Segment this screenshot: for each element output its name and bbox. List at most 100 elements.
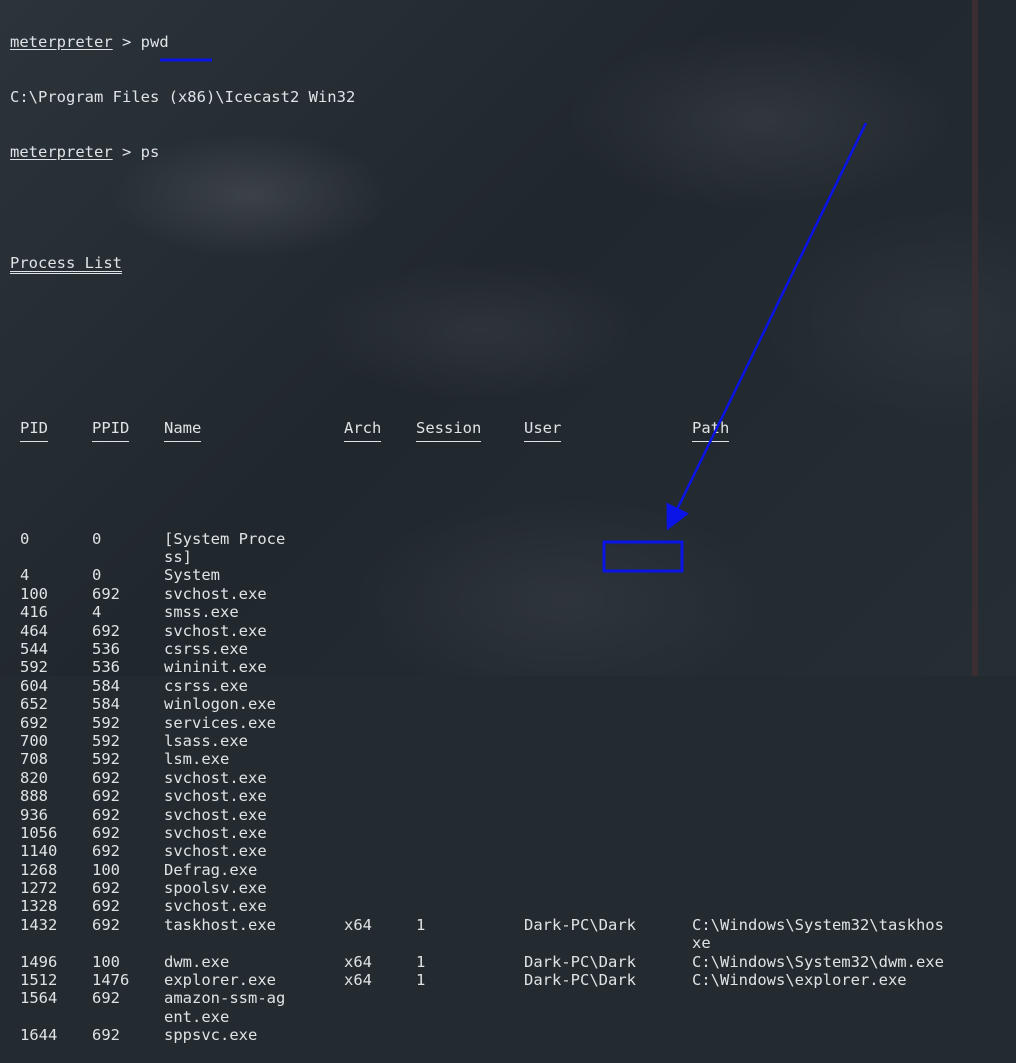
name-cell: svchost.exe (164, 823, 267, 842)
table-row-continuation: ent.exe (10, 1008, 355, 1026)
table-row-continuation: ss] (10, 548, 355, 566)
name-cell: ss] (164, 548, 192, 567)
name-cell: [System Proce (164, 529, 286, 548)
name-cell: amazon-ssm-ag (164, 989, 286, 1008)
name-cell: svchost.exe (164, 897, 267, 916)
user-cell: Dark-PC\Dark (524, 971, 636, 990)
table-row: 604 584 csrss.exe (10, 677, 355, 695)
table-row: 1268 100 Defrag.exe (10, 861, 355, 879)
table-row: 1328 692 svchost.exe (10, 897, 355, 915)
ppid-cell: 4 (92, 603, 102, 622)
pid-cell: 0 (20, 529, 30, 548)
meterpreter-prompt: meterpreter (10, 143, 113, 162)
arch-cell: x64 (344, 952, 372, 971)
table-header: PID PPID Name Arch Session User Path (10, 419, 730, 443)
ppid-cell: 592 (92, 713, 120, 732)
column-header-pid: PID (20, 419, 48, 443)
name-cell: svchost.exe (164, 768, 267, 787)
name-cell: svchost.exe (164, 787, 267, 806)
pid-cell: 1272 (20, 879, 58, 898)
path-cell: C:\Windows\explorer.exe (692, 971, 907, 990)
meterpreter-prompt: meterpreter (10, 32, 113, 51)
process-table-body: 0 0 [System Proce ss] 4 0 System 100 692 svchost.… (10, 530, 944, 1045)
column-header-path: Path (692, 419, 730, 443)
ppid-cell: 592 (92, 750, 120, 769)
table-row-continuation: xe (10, 934, 711, 952)
name-cell: svchost.exe (164, 621, 267, 640)
name-cell: csrss.exe (164, 676, 248, 695)
arch-cell: x64 (344, 915, 372, 934)
name-cell: services.exe (164, 713, 276, 732)
table-row: 4 0 System (10, 566, 355, 584)
table-row: 692 592 services.exe (10, 714, 355, 732)
prompt-separator: > (112, 32, 141, 51)
table-row: 544 536 csrss.exe (10, 640, 355, 658)
section-title: Process List (10, 253, 122, 274)
pid-cell: 1644 (20, 1026, 58, 1045)
ppid-cell: 692 (92, 768, 120, 787)
ppid-cell: 692 (92, 1026, 120, 1045)
user-cell: Dark-PC\Dark (524, 915, 636, 934)
path-cell: xe (692, 934, 711, 953)
prompt-separator: > (112, 143, 141, 162)
name-cell: winlogon.exe (164, 695, 276, 714)
session-cell: 1 (416, 952, 426, 971)
column-header-ppid: PPID (92, 419, 130, 443)
ppid-cell: 692 (92, 897, 120, 916)
terminal-output[interactable]: meterpreter > pwd C:\Program Files (x86)… (10, 0, 944, 1063)
table-row: 100 692 svchost.exe (10, 585, 355, 603)
name-cell: dwm.exe (164, 952, 230, 971)
pid-cell: 544 (20, 639, 48, 658)
column-header-session: Session (416, 419, 482, 443)
pid-cell: 1056 (20, 823, 58, 842)
table-row: 1644 692 sppsvc.exe (10, 1026, 355, 1044)
table-row: 936 692 svchost.exe (10, 806, 355, 824)
ppid-cell: 1476 (92, 971, 130, 990)
ppid-cell: 592 (92, 731, 120, 750)
pid-cell: 604 (20, 676, 48, 695)
table-row: 592 536 wininit.exe (10, 658, 355, 676)
table-row: 0 0 [System Proce (10, 530, 355, 548)
table-row: 464 692 svchost.exe (10, 622, 355, 640)
column-header-user: User (524, 419, 562, 443)
name-cell: smss.exe (164, 603, 239, 622)
table-row: 1432 692 taskhost.exe x64 1 Dark-PC\Dark C:\Wi… (10, 916, 944, 934)
pid-cell: 1268 (20, 860, 58, 879)
table-row: 652 584 winlogon.exe (10, 695, 355, 713)
name-cell: svchost.exe (164, 805, 267, 824)
section-title-line: Process List (10, 253, 355, 274)
pid-cell: 1496 (20, 952, 58, 971)
table-row: 708 592 lsm.exe (10, 750, 355, 768)
pid-cell: 1140 (20, 842, 58, 861)
column-header-arch: Arch (344, 419, 382, 443)
command-line-ps: meterpreter > ps (10, 143, 355, 161)
table-row: 700 592 lsass.exe (10, 732, 355, 750)
name-cell: sppsvc.exe (164, 1026, 258, 1045)
name-cell: lsm.exe (164, 750, 230, 769)
column-header-name: Name (164, 419, 202, 443)
pid-cell: 936 (20, 805, 48, 824)
table-row: 1512 1476 explorer.exe x64 1 Dark-PC\Dark C:\W… (10, 971, 907, 990)
pid-cell: 1328 (20, 897, 58, 916)
ppid-cell: 692 (92, 787, 120, 806)
pid-cell: 592 (20, 658, 48, 677)
ppid-cell: 584 (92, 676, 120, 695)
ppid-cell: 584 (92, 695, 120, 714)
cwd-output: C:\Program Files (x86)\Icecast2 Win32 (10, 88, 356, 107)
ppid-cell: 692 (92, 621, 120, 640)
ppid-cell: 536 (92, 639, 120, 658)
table-row: 1272 692 spoolsv.exe (10, 879, 355, 897)
ppid-cell: 692 (92, 823, 120, 842)
pid-cell: 820 (20, 768, 48, 787)
path-cell: C:\Windows\System32\dwm.exe (692, 952, 944, 971)
name-cell: ent.exe (164, 1007, 230, 1026)
pid-cell: 888 (20, 787, 48, 806)
ppid-cell: 100 (92, 952, 120, 971)
command-text: pwd (140, 32, 169, 51)
pid-cell: 692 (20, 713, 48, 732)
user-cell: Dark-PC\Dark (524, 952, 636, 971)
